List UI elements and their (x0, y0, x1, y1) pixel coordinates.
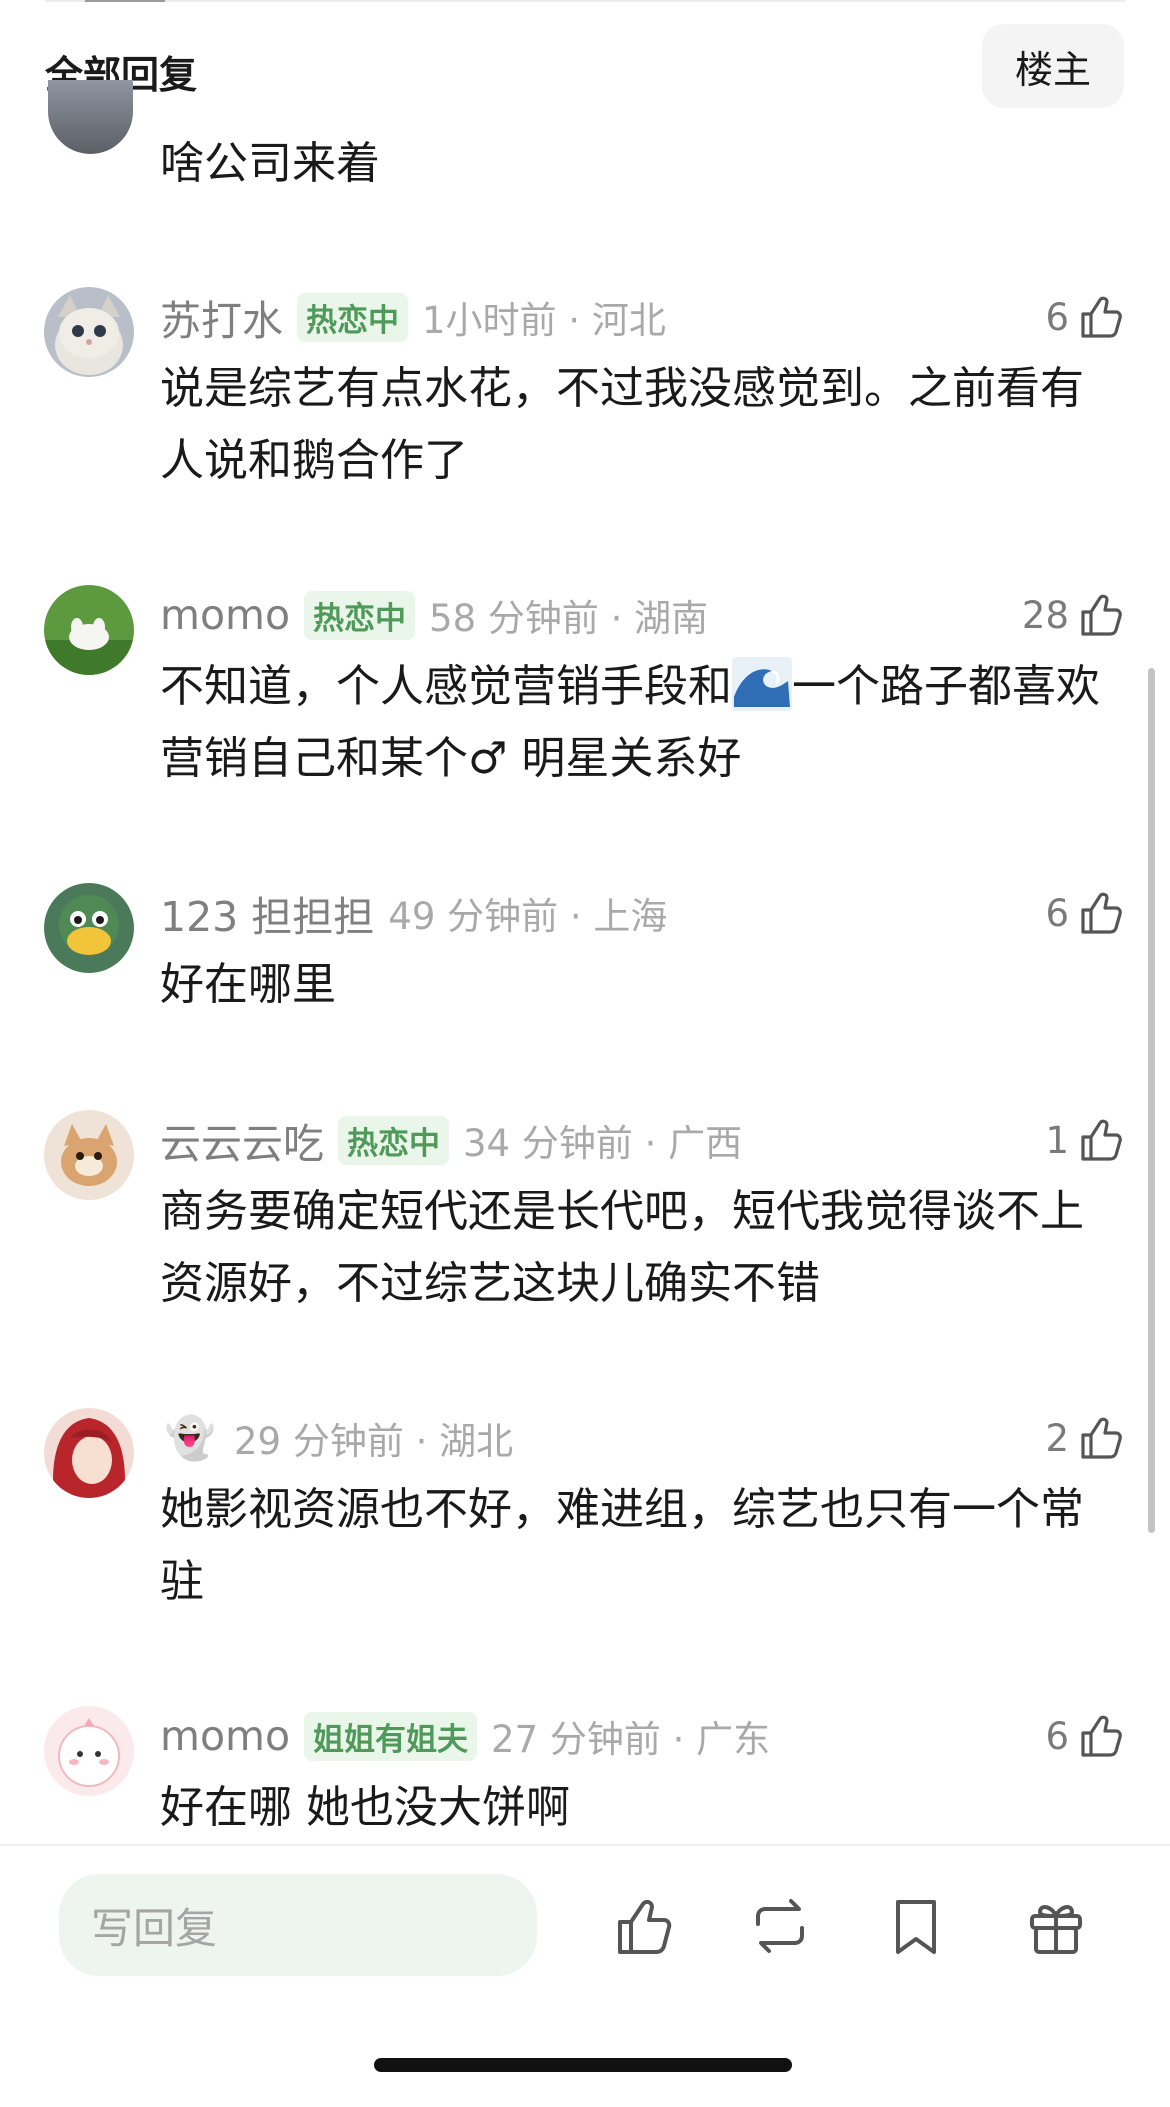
avatar[interactable] (44, 1706, 134, 1796)
like-button[interactable]: 6 (1045, 287, 1125, 347)
scrollbar[interactable] (1148, 668, 1155, 1533)
comment-meta: 👻 29 分钟前 · 湖北 (160, 1408, 513, 1468)
status-badge: 热恋中 (297, 292, 408, 342)
comment-text: 好在哪 她也没大饼啊 (160, 1782, 570, 1833)
comment-text: 说是综艺有点水花，不过我没感觉到。之前看有人说和鹅合作了 (160, 363, 1084, 486)
like-count: 1 (1045, 1118, 1069, 1162)
comment-text: 不知道，个人感觉营销手段和 一个路子都喜欢营销自己和某个♂ 明星关系好 (160, 651, 1120, 795)
username[interactable]: momo (160, 591, 290, 639)
status-badge: 热恋中 (304, 590, 416, 640)
like-count: 6 (1045, 891, 1069, 935)
timestamp-location: 1小时前 · 河北 (422, 299, 666, 342)
repost-icon[interactable] (748, 1894, 812, 1958)
status-badge: 热恋中 (338, 1115, 449, 1165)
like-count: 6 (1045, 1714, 1069, 1758)
comment-meta: 123 担担担 49 分钟前 · 上海 (160, 883, 667, 943)
comment-text: 她影视资源也不好，难进组，综艺也只有一个常驻 (160, 1484, 1084, 1607)
like-button[interactable]: 28 (1022, 585, 1125, 645)
username[interactable]: 👻 (160, 1410, 220, 1466)
comment-text: 啥公司来着 (160, 138, 380, 189)
wave-emoji-icon (732, 657, 792, 711)
timestamp-location: 29 分钟前 · 湖北 (234, 1420, 514, 1463)
timestamp-location: 58 分钟前 · 湖南 (429, 597, 709, 640)
home-indicator[interactable] (374, 2058, 792, 2072)
reply-input[interactable]: 写回复 (59, 1874, 537, 1976)
timestamp-location: 49 分钟前 · 上海 (388, 895, 668, 938)
username[interactable]: 云云云吃 (160, 1110, 324, 1170)
thumbs-up-icon (1081, 1119, 1122, 1161)
timestamp-location: 27 分钟前 · 广东 (491, 1718, 771, 1761)
avatar[interactable] (44, 287, 134, 377)
username[interactable]: 苏打水 (160, 287, 283, 347)
thumbs-up-icon[interactable] (612, 1894, 676, 1958)
username[interactable]: momo (160, 1712, 290, 1760)
op-only-button[interactable]: 楼主 (982, 24, 1124, 108)
bookmark-icon[interactable] (884, 1894, 948, 1958)
like-button[interactable]: 6 (1045, 1706, 1125, 1766)
comment-text-part: 不知道，个人感觉营销手段和 (160, 661, 732, 712)
like-count: 6 (1045, 295, 1069, 339)
replies-header: 全部回复 楼主 (0, 0, 1170, 130)
like-button[interactable]: 1 (1045, 1110, 1125, 1170)
like-button[interactable]: 6 (1045, 883, 1125, 943)
gift-icon[interactable] (1024, 1894, 1088, 1958)
like-count: 2 (1045, 1416, 1069, 1460)
status-badge: 姐姐有姐夫 (304, 1711, 478, 1761)
like-count: 28 (1021, 593, 1069, 637)
thumbs-up-icon (1081, 296, 1122, 338)
avatar[interactable] (44, 1408, 134, 1498)
comment-meta: 苏打水 热恋中 1小时前 · 河北 (160, 287, 666, 347)
comment-text: 好在哪里 (160, 959, 336, 1010)
thumbs-up-icon (1081, 1417, 1122, 1459)
like-button[interactable]: 2 (1045, 1408, 1125, 1468)
thumbs-up-icon (1081, 892, 1122, 934)
avatar[interactable] (48, 80, 133, 154)
thumbs-up-icon (1081, 1715, 1122, 1757)
comment-text: 商务要确定短代还是长代吧，短代我觉得谈不上资源好，不过综艺这块儿确实不错 (160, 1186, 1084, 1309)
avatar[interactable] (44, 1110, 134, 1200)
comment-meta: 云云云吃 热恋中 34 分钟前 · 广西 (160, 1110, 742, 1170)
timestamp-location: 34 分钟前 · 广西 (463, 1122, 743, 1165)
comment-meta: momo 热恋中 58 分钟前 · 湖南 (160, 585, 708, 645)
thumbs-up-icon (1081, 594, 1122, 636)
bottom-action-bar: 写回复 (0, 1844, 1170, 2107)
avatar[interactable] (44, 585, 134, 675)
username[interactable]: 123 担担担 (160, 883, 374, 943)
avatar[interactable] (44, 883, 134, 973)
comment-meta: momo 姐姐有姐夫 27 分钟前 · 广东 (160, 1706, 770, 1766)
